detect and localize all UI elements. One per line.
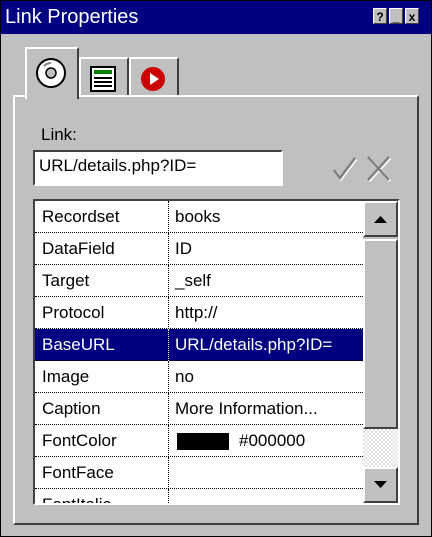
- property-name: Image: [42, 367, 90, 386]
- column-divider: [168, 393, 169, 425]
- column-divider: [168, 489, 169, 503]
- column-divider: [168, 201, 169, 233]
- property-row[interactable]: Caption More Information...: [35, 393, 363, 425]
- scroll-down-button[interactable]: [363, 467, 398, 503]
- property-value: _self: [175, 271, 211, 290]
- property-row[interactable]: Recordset books: [35, 201, 363, 233]
- property-value: ID: [175, 239, 192, 258]
- property-name: FontColor: [42, 431, 117, 450]
- title-bar[interactable]: Link Properties ? _ x: [1, 1, 431, 34]
- link-input-value: URL/details.php?ID=: [39, 156, 197, 175]
- column-divider: [168, 265, 169, 297]
- property-name: Protocol: [42, 303, 105, 322]
- link-properties-window: Link Properties ? _ x Link: URL/details.…: [0, 0, 432, 537]
- apply-check-icon[interactable]: [329, 151, 361, 187]
- column-divider: [168, 361, 169, 393]
- tab-layout[interactable]: [79, 57, 129, 99]
- vertical-scrollbar[interactable]: [363, 201, 398, 503]
- column-divider: [168, 297, 169, 329]
- column-divider: [168, 425, 169, 457]
- link-input[interactable]: URL/details.php?ID=: [33, 150, 283, 186]
- property-row[interactable]: Target _self: [35, 265, 363, 297]
- property-value: URL/details.php?ID=: [175, 335, 333, 354]
- window-title: Link Properties: [5, 6, 139, 28]
- property-grid: Recordset books DataField ID Target _sel…: [33, 199, 400, 505]
- column-divider: [168, 329, 169, 361]
- property-name: FontFace: [42, 463, 114, 482]
- property-row[interactable]: FontFace: [35, 457, 363, 489]
- property-value: no: [175, 367, 194, 386]
- font-color-swatch[interactable]: [177, 433, 229, 450]
- property-name: Target: [42, 271, 90, 290]
- document-lines-icon: [90, 66, 116, 92]
- property-name: DataField: [42, 239, 115, 258]
- scroll-track[interactable]: [363, 429, 398, 467]
- property-row-selected[interactable]: BaseURL URL/details.php?ID=: [35, 329, 363, 361]
- property-name: FontItalic: [42, 495, 111, 505]
- property-name: Caption: [42, 399, 101, 418]
- minimize-button[interactable]: _: [389, 8, 403, 24]
- cancel-x-icon[interactable]: [363, 151, 395, 187]
- arrow-up-icon: [374, 216, 387, 223]
- property-row[interactable]: FontColor #000000: [35, 425, 363, 457]
- arrow-down-icon: [374, 481, 387, 488]
- property-value: More Information...: [175, 399, 318, 418]
- column-divider: [168, 457, 169, 489]
- property-value: #000000: [239, 431, 306, 450]
- link-label: Link:: [41, 125, 77, 144]
- scroll-up-button[interactable]: [363, 201, 398, 237]
- disc-icon: [36, 58, 66, 88]
- property-value: http://: [175, 303, 218, 322]
- property-row[interactable]: DataField ID: [35, 233, 363, 265]
- tab-general[interactable]: [25, 47, 79, 99]
- column-divider: [168, 233, 169, 265]
- property-value: books: [175, 207, 221, 226]
- property-row[interactable]: FontItalic: [35, 489, 363, 505]
- close-button[interactable]: x: [405, 8, 419, 24]
- property-row[interactable]: Image no: [35, 361, 363, 393]
- record-play-icon: [141, 67, 165, 91]
- help-button[interactable]: ?: [373, 8, 387, 24]
- property-name: BaseURL: [42, 335, 115, 354]
- property-row[interactable]: Protocol http://: [35, 297, 363, 329]
- property-name: Recordset: [42, 207, 120, 226]
- tab-events[interactable]: [129, 57, 179, 99]
- scroll-thumb[interactable]: [363, 239, 398, 429]
